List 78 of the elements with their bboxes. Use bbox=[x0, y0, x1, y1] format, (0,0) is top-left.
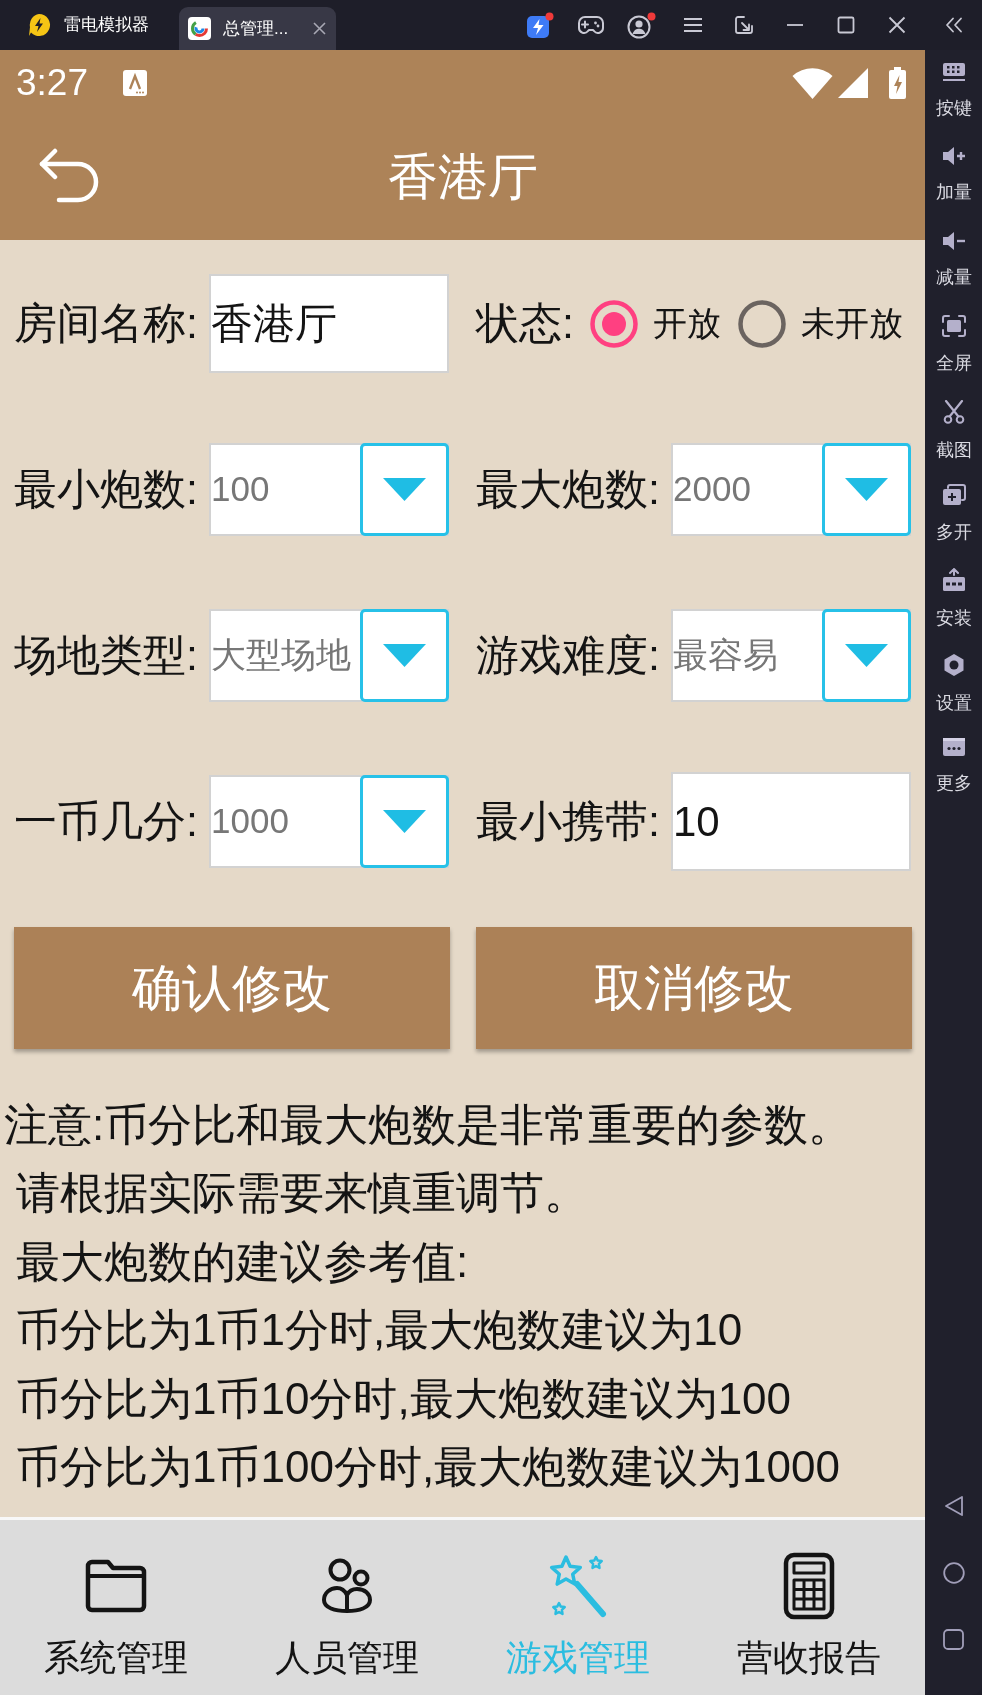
user-icon[interactable] bbox=[627, 11, 656, 39]
sidebar-button[interactable]: 设置 bbox=[925, 640, 982, 726]
triangle-down-icon bbox=[383, 810, 426, 833]
swirl-icon bbox=[188, 17, 211, 40]
calculator-icon bbox=[783, 1552, 836, 1620]
field-label: 最小炮数: bbox=[14, 464, 199, 516]
triangle-down-icon bbox=[383, 644, 426, 667]
close-icon[interactable] bbox=[313, 22, 326, 35]
dropdown-value: 100 bbox=[211, 468, 271, 511]
close-icon[interactable] bbox=[887, 16, 906, 34]
gamepad-icon[interactable] bbox=[577, 15, 604, 35]
resize-icon[interactable] bbox=[733, 15, 754, 35]
lightning-icon[interactable] bbox=[525, 11, 554, 39]
wifi-icon bbox=[792, 66, 833, 99]
note-text: 注意:币分比和最大炮数是非常重要的参数。 bbox=[4, 1099, 853, 1151]
keyboard-icon bbox=[941, 62, 966, 82]
field-label: 游戏难度: bbox=[476, 630, 661, 682]
dropdown-value: 最容易 bbox=[673, 634, 779, 677]
sidebar-button[interactable]: 加量 bbox=[925, 134, 982, 219]
signal-icon bbox=[838, 67, 868, 98]
recents-icon[interactable] bbox=[943, 1629, 964, 1650]
triangle-down-icon bbox=[845, 644, 888, 667]
scissors-icon bbox=[942, 399, 965, 424]
menu-icon[interactable] bbox=[682, 17, 703, 33]
sidebar-button[interactable]: 按键 bbox=[925, 50, 982, 135]
dropdown-field[interactable]: 大型场地 bbox=[209, 609, 449, 702]
sidebar-button[interactable]: 全屏 bbox=[925, 303, 982, 388]
text-input[interactable]: 香港厅 bbox=[209, 274, 449, 373]
note-text: 请根据实际需要来慎重调节。 bbox=[16, 1167, 588, 1220]
note-text: 币分比为1币1分时,最大炮数建议为10 bbox=[16, 1304, 743, 1357]
nav-tab[interactable]: 系统管理 bbox=[43, 1520, 188, 1678]
dropdown-value: 大型场地 bbox=[211, 634, 352, 677]
more-icon bbox=[941, 737, 966, 758]
note-text: 币分比为1币10分时,最大炮数建议为100 bbox=[16, 1372, 792, 1425]
field-label: 最大炮数: bbox=[476, 464, 661, 516]
radio-option[interactable]: 开放 bbox=[588, 298, 721, 349]
triangle-down-icon bbox=[845, 478, 888, 501]
dropdown-value: 1000 bbox=[211, 800, 290, 843]
nav-tab[interactable]: 人员管理 bbox=[274, 1520, 419, 1678]
dropdown-field[interactable]: 2000 bbox=[671, 443, 911, 536]
dropdown-value: 2000 bbox=[673, 468, 752, 511]
field-label: 场地类型: bbox=[14, 630, 199, 682]
field-label: 状态: bbox=[476, 298, 574, 350]
dropdown-field[interactable]: 最容易 bbox=[671, 609, 911, 702]
note-text: 最大炮数的建议参考值: bbox=[16, 1235, 469, 1288]
dropdown-field[interactable]: 1000 bbox=[209, 775, 449, 868]
sidebar-button[interactable]: 更多 bbox=[925, 725, 982, 810]
battery-icon bbox=[887, 66, 908, 99]
minimize-icon[interactable] bbox=[785, 23, 804, 27]
sidebar-button[interactable]: 减量 bbox=[925, 218, 982, 304]
sidebar-button[interactable]: 多开 bbox=[925, 471, 982, 557]
double-chevron-icon[interactable] bbox=[944, 17, 963, 33]
settings-icon bbox=[941, 652, 966, 677]
volume-up-icon bbox=[941, 146, 966, 167]
volume-down-icon bbox=[941, 230, 966, 251]
status-time: 3:27 bbox=[16, 64, 88, 101]
app-tab[interactable]: 总管理... bbox=[179, 7, 336, 50]
sidebar-button[interactable]: 截图 bbox=[925, 387, 982, 472]
field-label: 最小携带: bbox=[476, 796, 661, 848]
text-input[interactable]: 10 bbox=[671, 772, 911, 871]
dropdown-field[interactable]: 100 bbox=[209, 443, 449, 536]
upload-box-icon bbox=[941, 568, 966, 593]
sidebar-button[interactable]: 安装 bbox=[925, 556, 982, 641]
field-label: 一币几分: bbox=[14, 796, 199, 848]
radio-option[interactable]: 未开放 bbox=[736, 298, 903, 349]
logo-icon bbox=[27, 13, 51, 37]
maximize-icon[interactable] bbox=[836, 16, 855, 34]
nav-tab[interactable]: 营收报告 bbox=[737, 1520, 882, 1678]
note-text: 币分比为1币100分时,最大炮数建议为1000 bbox=[16, 1441, 840, 1494]
fullscreen-icon bbox=[941, 315, 966, 338]
field-label: 房间名称: bbox=[14, 298, 199, 350]
home-icon[interactable] bbox=[942, 1562, 965, 1584]
back-icon[interactable] bbox=[943, 1495, 964, 1517]
multi-window-icon bbox=[941, 483, 966, 506]
page-title: 香港厅 bbox=[387, 148, 538, 207]
triangle-down-icon bbox=[383, 478, 426, 501]
app-name: 雷电模拟器 bbox=[64, 14, 149, 37]
notification-icon bbox=[123, 69, 147, 96]
